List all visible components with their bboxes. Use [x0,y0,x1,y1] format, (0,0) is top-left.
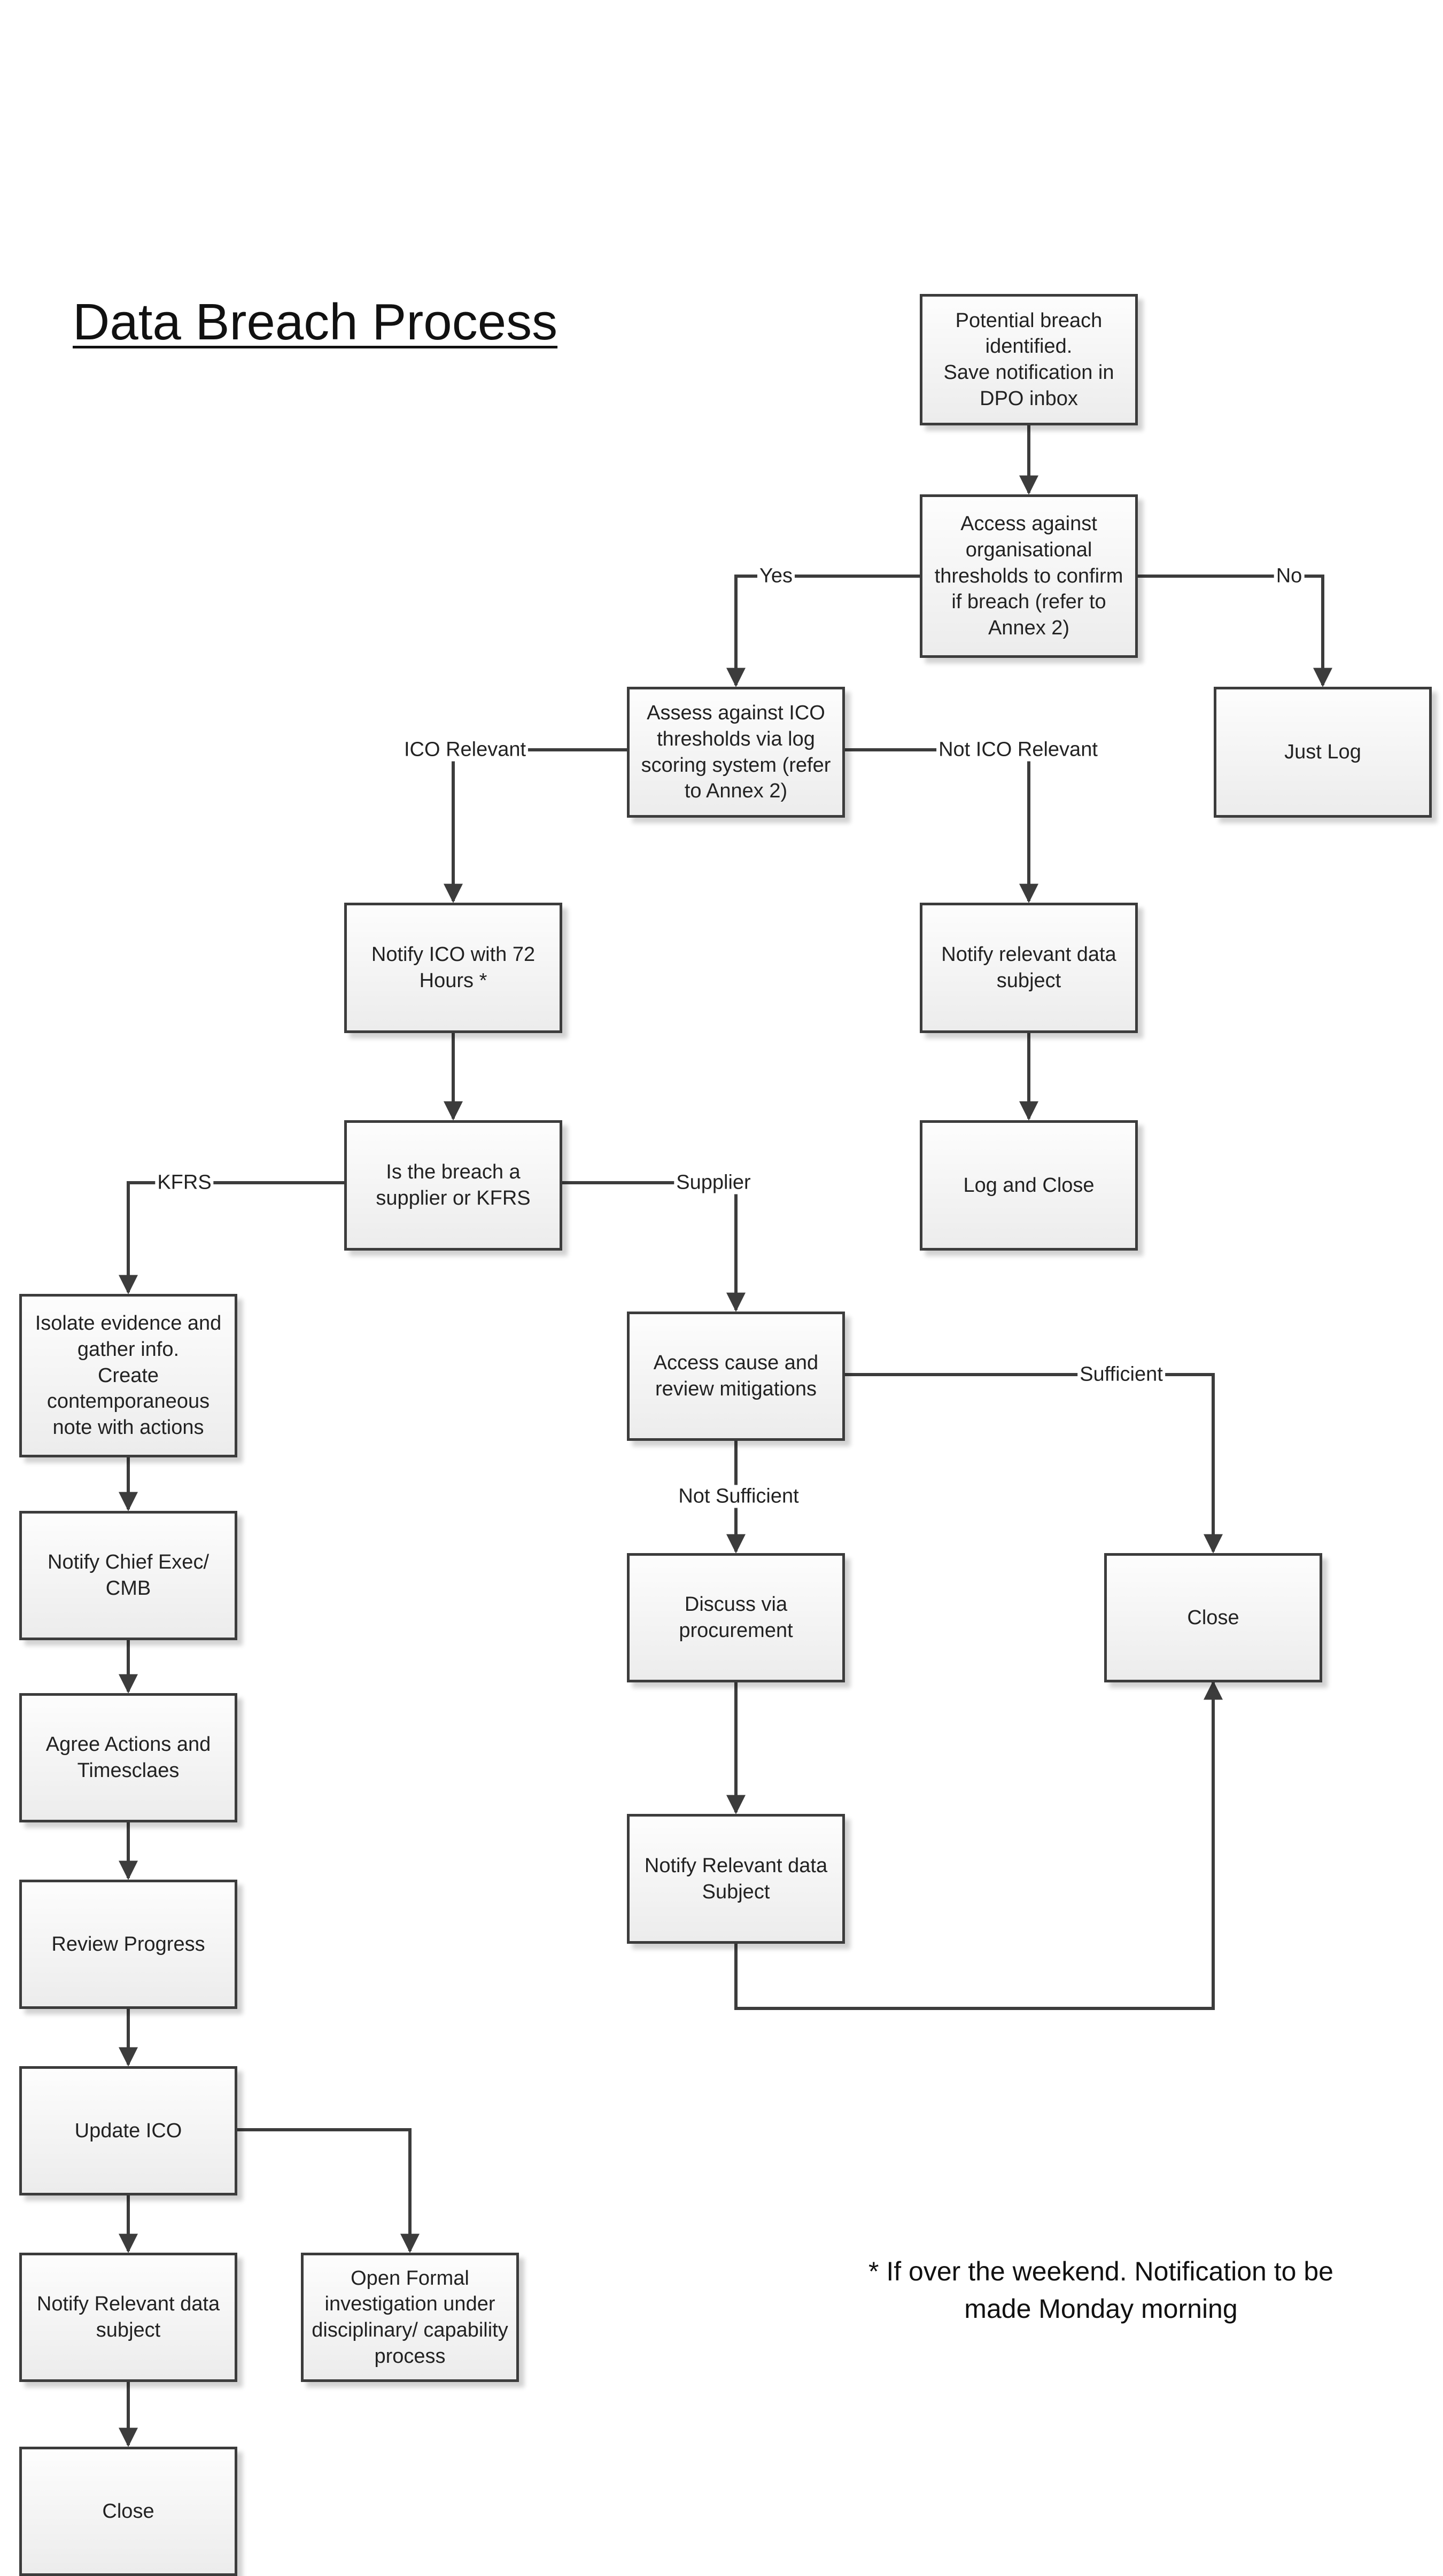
node-text: Access against organisational thresholds… [934,513,1123,639]
node-text: Isolate evidence and gather info. Create… [35,1312,222,1439]
node-text: Log and Close [963,1174,1095,1197]
node-text: Discuss via procurement [679,1593,793,1642]
node-text: Is the breach a supplier or KFRS [376,1161,531,1209]
step-close-final: Close [19,2447,237,2576]
node-text: Notify ICO with 72 Hours * [371,943,536,992]
edge-sufficient [845,1373,1223,1554]
node-text: Agree Actions and Timesclaes [45,1733,211,1782]
edge-label-not-sufficient: Not Sufficient [676,1485,801,1508]
edge-label-kfrs: KFRS [155,1171,214,1194]
node-text: Just Log [1284,741,1361,764]
step-notify-subject-kfrs: Notify Relevant data subject [19,2253,237,2382]
step-review-progress: Review Progress [19,1880,237,2009]
step-notify-subject-supplier: Notify Relevant data Subject [627,1814,845,1944]
node-text: Review Progress [51,1933,205,1956]
step-agree-actions: Agree Actions and Timesclaes [19,1693,237,1822]
step-notify-chief-exec: Notify Chief Exec/ CMB [19,1511,237,1640]
step-potential-breach: Potential breach identified. Save notifi… [920,294,1138,425]
edge-label-no: No [1274,564,1305,588]
decision-access-cause: Access cause and review mitigations [627,1312,845,1441]
footnote: * If over the weekend. Notification to b… [868,2256,1333,2324]
step-update-ico: Update ICO [19,2066,237,2195]
node-text: Notify Relevant data Subject [644,1854,828,1903]
node-text: Access cause and review mitigations [653,1352,819,1400]
edge-label-supplier: Supplier [674,1171,753,1194]
edge-label-ico-relevant: ICO Relevant [401,738,529,762]
decision-supplier-or-kfrs: Is the breach a supplier or KFRS [344,1120,562,1251]
node-text: Notify Chief Exec/ CMB [48,1551,209,1600]
node-text: Close [102,2500,154,2523]
edge-label-sufficient: Sufficient [1077,1363,1165,1386]
step-just-log: Just Log [1214,687,1432,818]
step-open-investigation: Open Formal investigation under discipli… [301,2253,519,2382]
node-text: Assess against ICO thresholds via log sc… [641,702,831,803]
edge-update-to-investigate [237,2128,420,2253]
node-text: Potential breach identified. Save notifi… [943,309,1114,410]
decision-ico-thresholds: Assess against ICO thresholds via log sc… [627,687,845,818]
node-text: Notify Relevant data subject [36,2293,220,2341]
edge-no [1138,575,1332,687]
step-log-and-close: Log and Close [920,1120,1138,1251]
step-isolate-evidence: Isolate evidence and gather info. Create… [19,1294,237,1457]
node-text: Close [1187,1606,1239,1629]
edge-label-not-ico-relevant: Not ICO Relevant [936,738,1100,762]
edge-kfrs [119,1181,344,1294]
step-close-supplier: Close [1104,1553,1322,1682]
step-notify-ico: Notify ICO with 72 Hours * [344,903,562,1033]
edge-ico-relevant [444,748,627,903]
node-text: Open Formal investigation under discipli… [312,2267,508,2368]
edge-yes [726,575,920,687]
decision-organisational-thresholds: Access against organisational thresholds… [920,494,1138,658]
step-notify-data-subject: Notify relevant data subject [920,903,1138,1033]
edge-label-yes: Yes [757,564,795,588]
edge-not-ico-relevant [845,748,1038,903]
step-discuss-procurement: Discuss via procurement [627,1553,845,1682]
edge-supplier [562,1181,746,1312]
node-text: Update ICO [74,2119,182,2142]
node-text: Notify relevant data subject [941,943,1116,992]
